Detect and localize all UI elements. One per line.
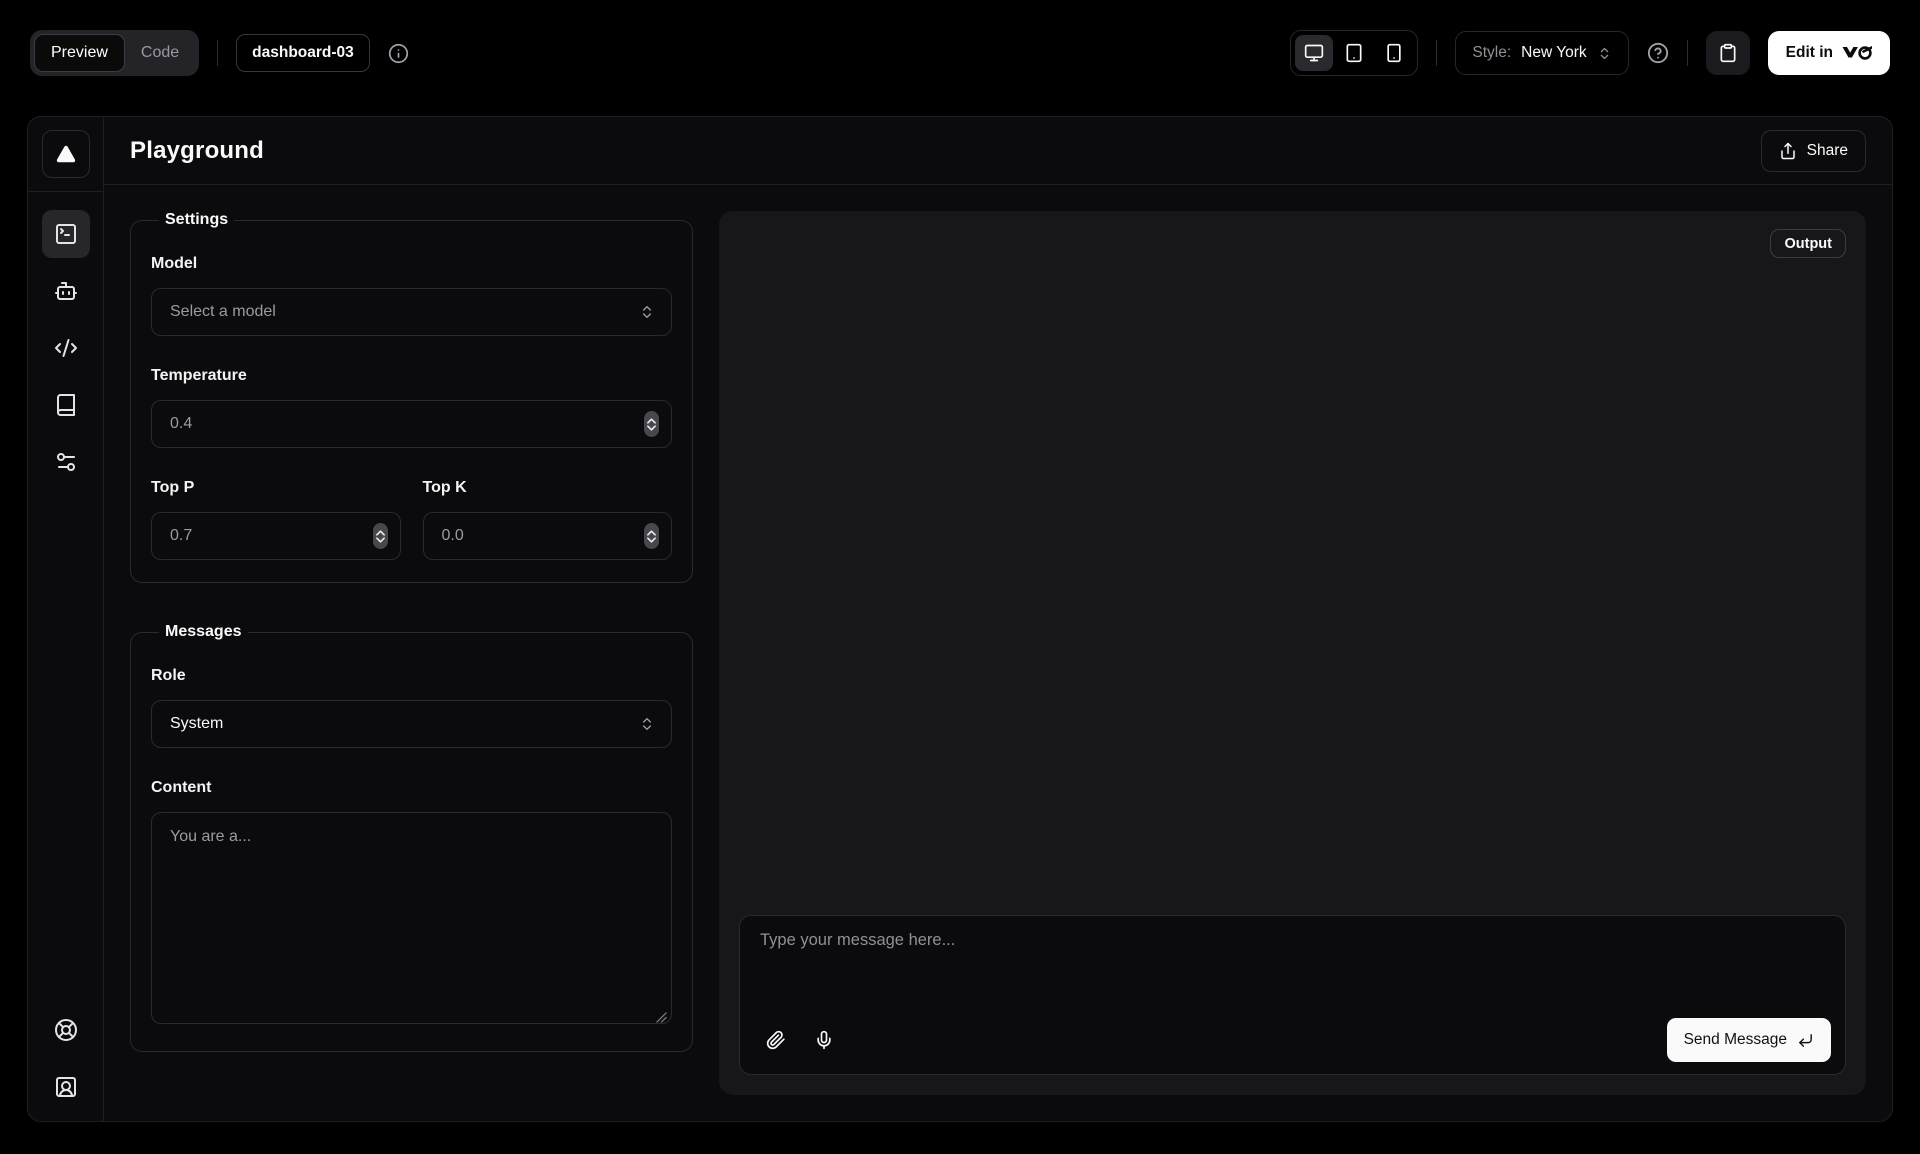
sidebar-item-docs[interactable] bbox=[42, 381, 90, 429]
sidebar-item-help[interactable] bbox=[42, 1006, 90, 1054]
number-stepper[interactable] bbox=[644, 411, 659, 437]
settings-form: Settings Model Select a model Temperatur… bbox=[130, 211, 693, 1095]
output-empty-space bbox=[739, 231, 1846, 915]
triangle-icon bbox=[55, 143, 77, 165]
clipboard-icon bbox=[1718, 43, 1738, 63]
square-terminal-icon bbox=[54, 222, 78, 246]
output-panel: Output bbox=[719, 211, 1866, 1095]
mobile-view-button[interactable] bbox=[1375, 35, 1413, 71]
code-tab[interactable]: Code bbox=[125, 34, 195, 72]
main: Settings Model Select a model Temperatur… bbox=[104, 185, 1892, 1121]
style-select[interactable]: Style: New York bbox=[1455, 31, 1628, 75]
attach-file-button[interactable] bbox=[756, 1020, 796, 1060]
share-label: Share bbox=[1807, 142, 1848, 160]
edit-in-v0-button[interactable]: Edit in bbox=[1768, 31, 1890, 75]
top-k-input[interactable] bbox=[423, 512, 673, 560]
square-user-icon bbox=[54, 1075, 78, 1099]
messages-legend: Messages bbox=[159, 623, 248, 641]
sidebar-bottom-nav bbox=[42, 988, 90, 1121]
role-select[interactable]: System bbox=[151, 700, 672, 748]
corner-down-left-icon bbox=[1797, 1032, 1814, 1049]
info-icon bbox=[388, 43, 409, 64]
page-header: Playground Share bbox=[104, 117, 1892, 185]
output-badge: Output bbox=[1770, 229, 1846, 258]
chevrons-up-down-icon bbox=[639, 716, 655, 732]
topbar-right: Style: New York Edit in bbox=[1290, 30, 1890, 76]
circle-help-icon bbox=[1647, 42, 1669, 64]
content-textarea[interactable] bbox=[151, 812, 672, 1024]
sidebar-item-settings[interactable] bbox=[42, 438, 90, 486]
sidebar-item-code[interactable] bbox=[42, 324, 90, 372]
style-value: New York bbox=[1521, 44, 1586, 62]
message-composer: Send Message bbox=[739, 915, 1846, 1075]
help-button[interactable] bbox=[1647, 42, 1669, 64]
resize-handle[interactable] bbox=[656, 1012, 667, 1023]
sidebar-item-account[interactable] bbox=[42, 1063, 90, 1111]
smartphone-icon bbox=[1384, 43, 1404, 63]
sidebar-nav bbox=[42, 192, 90, 486]
view-toggle: Preview Code bbox=[30, 30, 199, 76]
edit-in-v0-label: Edit in bbox=[1786, 44, 1833, 62]
settings-fieldset: Settings Model Select a model Temperatur… bbox=[130, 211, 693, 583]
device-preview-toggle bbox=[1290, 30, 1418, 76]
book-icon bbox=[54, 393, 78, 417]
model-label: Model bbox=[151, 255, 672, 273]
sidebar-logo-section bbox=[28, 117, 103, 192]
top-p-input[interactable] bbox=[151, 512, 401, 560]
topbar-left: Preview Code dashboard-03 bbox=[30, 30, 409, 76]
send-message-button[interactable]: Send Message bbox=[1667, 1018, 1831, 1062]
messages-fieldset: Messages Role System Content bbox=[130, 623, 693, 1052]
app-frame: Playground Share Settings Model Select a… bbox=[27, 116, 1893, 1122]
top-k-label: Top K bbox=[423, 479, 673, 497]
mic-icon bbox=[814, 1030, 834, 1050]
number-stepper[interactable] bbox=[644, 523, 659, 549]
separator bbox=[217, 40, 218, 66]
preview-tab[interactable]: Preview bbox=[34, 34, 125, 72]
v0-logo-icon bbox=[1842, 45, 1872, 61]
sidebar-item-bot[interactable] bbox=[42, 267, 90, 315]
bot-icon bbox=[54, 279, 78, 303]
copy-code-button[interactable] bbox=[1706, 31, 1750, 75]
page-title: Playground bbox=[130, 137, 264, 165]
settings-sliders-icon bbox=[54, 450, 78, 474]
info-button[interactable] bbox=[388, 43, 409, 64]
content-label: Content bbox=[151, 779, 672, 797]
top-k-field: Top K bbox=[423, 479, 673, 560]
temperature-input[interactable] bbox=[151, 400, 672, 448]
monitor-icon bbox=[1304, 43, 1324, 63]
share-button[interactable]: Share bbox=[1761, 130, 1866, 172]
role-select-value: System bbox=[170, 715, 223, 733]
home-logo-button[interactable] bbox=[42, 130, 90, 178]
chevrons-up-down-icon bbox=[1597, 46, 1612, 61]
role-label: Role bbox=[151, 667, 672, 685]
share-icon bbox=[1779, 142, 1797, 160]
app-topbar: Preview Code dashboard-03 bbox=[0, 0, 1920, 106]
send-message-label: Send Message bbox=[1684, 1031, 1787, 1049]
top-p-label: Top P bbox=[151, 479, 401, 497]
paperclip-icon bbox=[766, 1030, 786, 1050]
code-icon bbox=[54, 336, 78, 360]
message-input[interactable] bbox=[740, 916, 1845, 1013]
composer-toolbar: Send Message bbox=[740, 1018, 1845, 1074]
chevrons-up-down-icon bbox=[639, 304, 655, 320]
top-p-field: Top P bbox=[151, 479, 401, 560]
style-label: Style: bbox=[1472, 44, 1511, 62]
separator bbox=[1436, 40, 1437, 66]
block-name-badge: dashboard-03 bbox=[236, 34, 370, 72]
settings-legend: Settings bbox=[159, 211, 234, 229]
temperature-label: Temperature bbox=[151, 367, 672, 385]
sidebar-item-playground[interactable] bbox=[42, 210, 90, 258]
content-area: Playground Share Settings Model Select a… bbox=[104, 117, 1892, 1121]
number-stepper[interactable] bbox=[373, 523, 388, 549]
tablet-view-button[interactable] bbox=[1335, 35, 1373, 71]
tablet-icon bbox=[1344, 43, 1364, 63]
separator bbox=[1687, 40, 1688, 66]
sidebar bbox=[28, 117, 104, 1121]
model-select-value: Select a model bbox=[170, 303, 276, 321]
microphone-button[interactable] bbox=[804, 1020, 844, 1060]
model-select[interactable]: Select a model bbox=[151, 288, 672, 336]
life-buoy-icon bbox=[54, 1018, 78, 1042]
desktop-view-button[interactable] bbox=[1295, 35, 1333, 71]
